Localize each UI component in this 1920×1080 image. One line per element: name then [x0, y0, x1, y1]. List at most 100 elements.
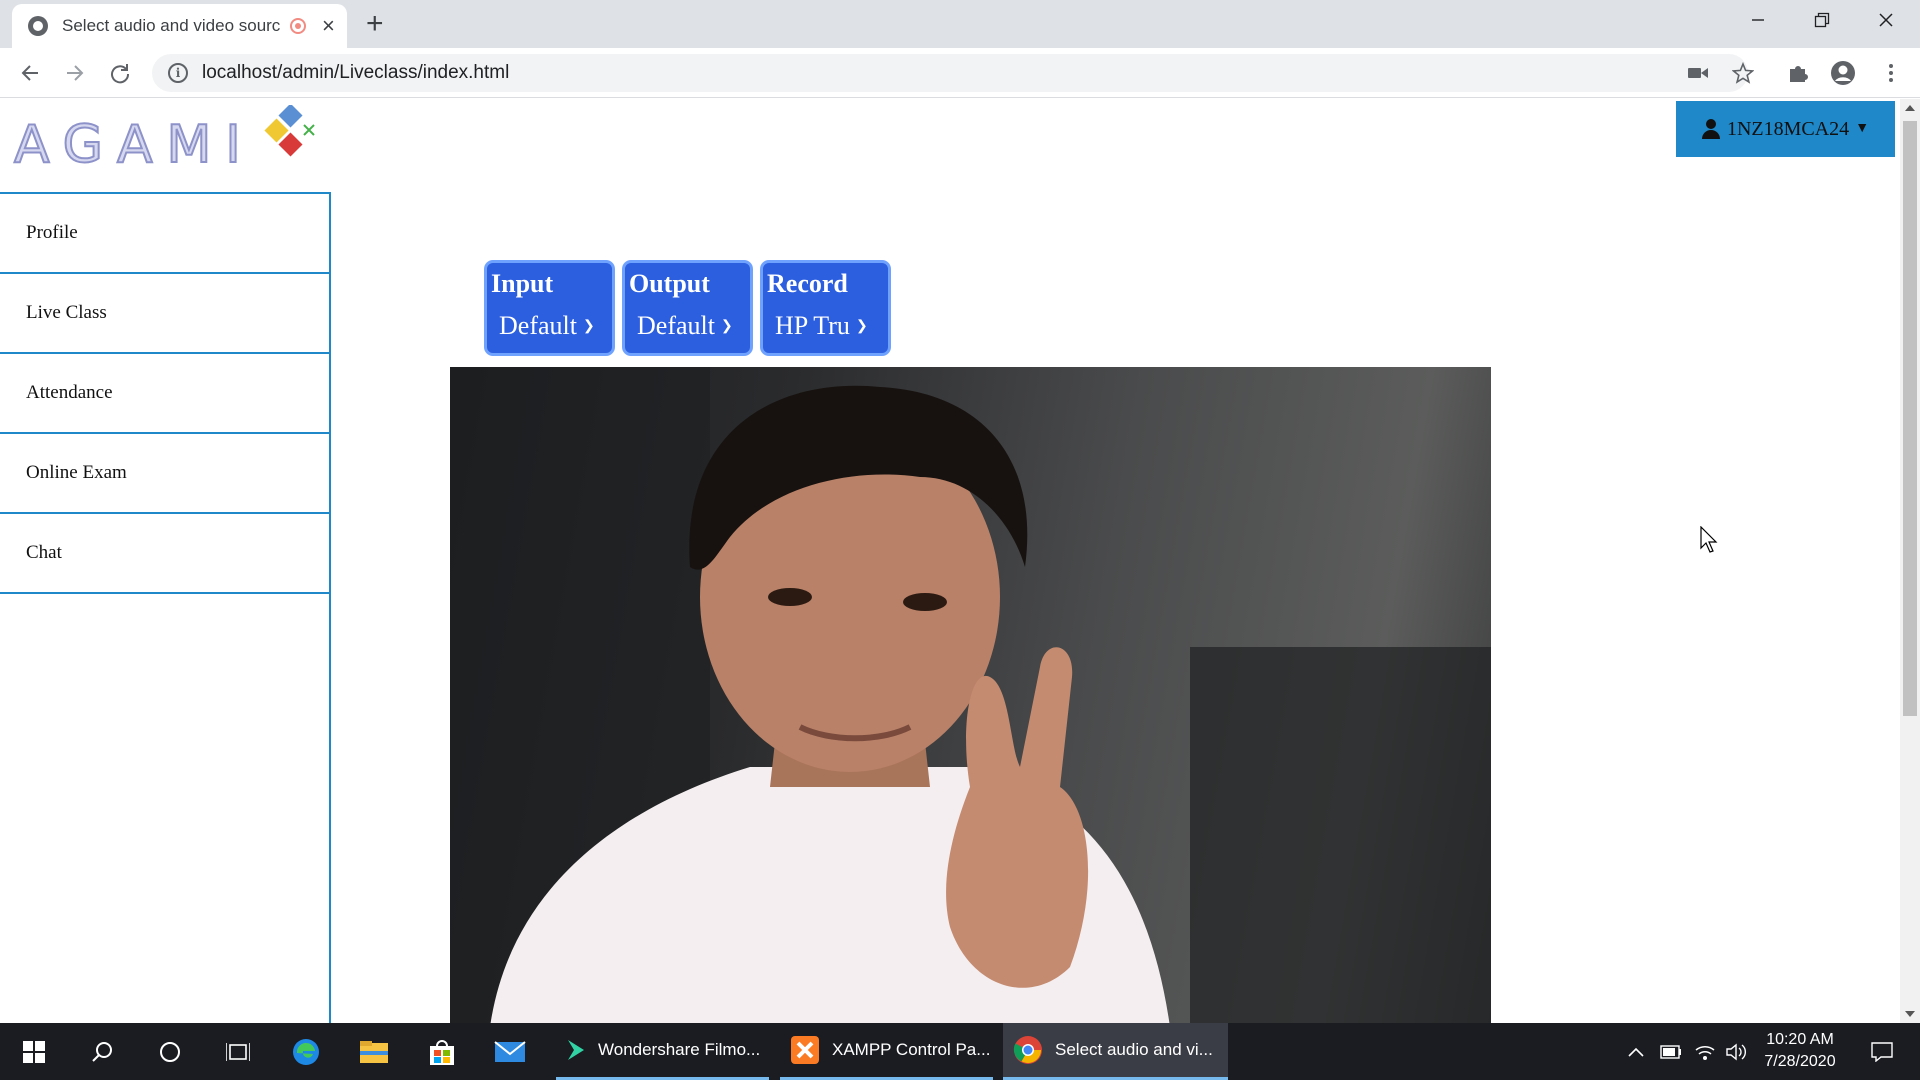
reload-icon: [111, 64, 130, 84]
chevron-up-icon: [1628, 1047, 1644, 1057]
webcam-person-image: [450, 367, 1491, 1023]
record-source-value: HP Tru: [775, 311, 850, 340]
sidebar-item-online-exam[interactable]: Online Exam: [0, 434, 329, 514]
sidebar-item-label: Online Exam: [26, 462, 127, 483]
sidebar-item-live-class[interactable]: Live Class: [0, 274, 329, 354]
taskbar-app-chrome[interactable]: Select audio and vi...: [1003, 1023, 1228, 1080]
tab-strip: Select audio and video sourc × +: [0, 0, 1920, 48]
chevron-down-icon: ❯: [582, 318, 595, 334]
input-label: Input: [491, 269, 554, 298]
browser-tab[interactable]: Select audio and video sourc ×: [12, 4, 347, 48]
windows-logo-icon: [23, 1040, 45, 1063]
mail-button[interactable]: [476, 1023, 544, 1080]
sidebar-item-label: Chat: [26, 542, 62, 563]
media-source-controls: Input Default ❯ Output Default ❯ Record …: [484, 260, 891, 356]
new-tab-button[interactable]: +: [366, 8, 384, 40]
forward-button[interactable]: [58, 56, 92, 90]
edge-browser-icon: [293, 1038, 319, 1065]
scrollbar-thumb[interactable]: [1903, 121, 1917, 716]
input-source-control: Input Default ❯: [484, 260, 615, 356]
battery-button[interactable]: [1656, 1023, 1686, 1080]
info-icon[interactable]: i: [168, 63, 188, 83]
windows-taskbar: Wondershare Filmo... XAMPP Control Pa...…: [0, 1023, 1920, 1080]
wifi-icon: [1695, 1045, 1715, 1060]
output-source-select[interactable]: Default ❯: [637, 311, 746, 341]
arrow-right-icon: [67, 65, 84, 81]
system-clock[interactable]: 10:20 AM 7/28/2020: [1752, 1029, 1848, 1073]
agami-logo[interactable]: AGAMI: [12, 103, 332, 176]
speaker-icon: [1726, 1043, 1746, 1060]
mouse-cursor-icon: [1700, 526, 1718, 553]
url-text: localhost/admin/Liveclass/index.html: [202, 62, 510, 83]
notification-icon: [1871, 1041, 1893, 1062]
task-view-icon: [226, 1042, 250, 1061]
taskbar-app-label: XAMPP Control Pa...: [832, 1040, 991, 1059]
sidebar-item-label: Attendance: [26, 382, 113, 403]
show-hidden-icons-button[interactable]: [1622, 1023, 1650, 1080]
taskbar-app-filmora[interactable]: Wondershare Filmo...: [556, 1023, 769, 1080]
record-label: Record: [767, 269, 848, 298]
sidebar-item-label: Live Class: [26, 302, 107, 323]
user-menu-button[interactable]: 1NZ18MCA24 ▼: [1676, 101, 1895, 157]
arrow-left-icon: [21, 65, 38, 81]
sidebar-item-profile[interactable]: Profile: [0, 194, 329, 274]
logo-text: AGAMI: [13, 114, 255, 176]
output-source-control: Output Default ❯: [622, 260, 753, 356]
page-content: AGAMI 1NZ18MCA24 ▼ Profile Live Class At…: [0, 99, 1900, 1023]
menu-kebab-icon[interactable]: [1878, 60, 1904, 86]
tab-title: Select audio and video sourc: [62, 16, 281, 35]
taskbar-app-label: Select audio and vi...: [1055, 1040, 1213, 1059]
profile-avatar-icon[interactable]: [1830, 60, 1856, 86]
mail-envelope-icon: [494, 1040, 526, 1062]
chevron-down-icon: ▼: [1855, 121, 1870, 136]
browser-toolbar: i localhost/admin/Liveclass/index.html: [0, 48, 1920, 98]
record-source-select[interactable]: HP Tru ❯: [775, 311, 884, 341]
scroll-down-icon[interactable]: [1905, 1011, 1915, 1017]
back-button[interactable]: [13, 56, 47, 90]
volume-button[interactable]: [1722, 1023, 1752, 1080]
task-view-button[interactable]: [204, 1023, 272, 1080]
restore-button[interactable]: [1790, 0, 1854, 40]
address-bar[interactable]: i localhost/admin/Liveclass/index.html: [152, 54, 1748, 92]
minimize-button[interactable]: [1726, 0, 1790, 40]
chevron-down-icon: ❯: [855, 318, 868, 334]
start-button[interactable]: [0, 1023, 68, 1080]
tab-close-icon[interactable]: ×: [322, 15, 335, 37]
search-icon: [92, 1041, 112, 1062]
chrome-icon: [1013, 1036, 1042, 1064]
folder-icon: [360, 1040, 388, 1063]
reload-button[interactable]: [103, 56, 137, 90]
globe-icon: [28, 16, 48, 36]
sidebar-item-label: Profile: [26, 222, 78, 243]
webcam-video-preview[interactable]: [450, 367, 1491, 1023]
output-label: Output: [629, 269, 710, 298]
taskbar-app-xampp[interactable]: XAMPP Control Pa...: [780, 1023, 993, 1080]
restore-icon: [1814, 12, 1830, 28]
record-source-control: Record HP Tru ❯: [760, 260, 891, 356]
network-button[interactable]: [1690, 1023, 1720, 1080]
page-scrollbar[interactable]: [1900, 99, 1920, 1023]
user-icon: [1701, 119, 1720, 139]
scroll-up-icon[interactable]: [1905, 105, 1915, 111]
recording-indicator-icon: [290, 18, 306, 34]
input-source-select[interactable]: Default ❯: [499, 311, 608, 341]
close-icon: [1879, 13, 1893, 27]
sidebar-item-chat[interactable]: Chat: [0, 514, 329, 594]
close-window-button[interactable]: [1854, 0, 1918, 40]
cortana-button[interactable]: [136, 1023, 204, 1080]
extensions-puzzle-icon[interactable]: [1785, 60, 1811, 86]
edge-app-button[interactable]: [272, 1023, 340, 1080]
store-button[interactable]: [408, 1023, 476, 1080]
search-button[interactable]: [68, 1023, 136, 1080]
chevron-down-icon: ❯: [720, 318, 733, 334]
action-center-button[interactable]: [1858, 1023, 1906, 1080]
user-id-label: 1NZ18MCA24: [1726, 117, 1850, 140]
bookmark-star-icon[interactable]: [1730, 60, 1756, 86]
logo-diamond-icon: [264, 105, 315, 157]
camera-in-use-icon[interactable]: [1685, 60, 1711, 86]
filmora-icon: [568, 1040, 584, 1060]
minimize-icon: [1752, 19, 1764, 21]
sidebar-item-attendance[interactable]: Attendance: [0, 354, 329, 434]
battery-icon: [1660, 1044, 1681, 1059]
file-explorer-button[interactable]: [340, 1023, 408, 1080]
